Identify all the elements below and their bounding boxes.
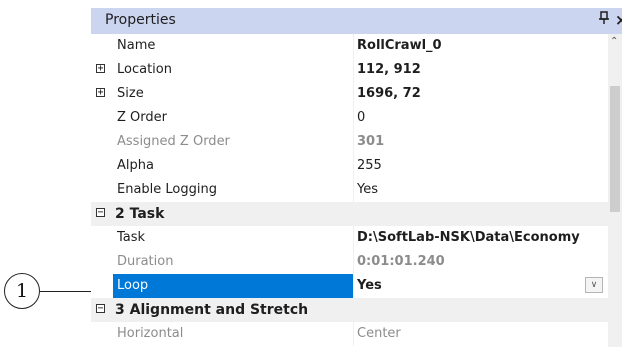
row-margin (91, 130, 113, 154)
callout-marker: 1 (4, 273, 40, 309)
column-divider[interactable] (353, 82, 354, 106)
row-margin (91, 274, 113, 298)
property-row[interactable]: Z Order 0 (91, 106, 608, 130)
category-row[interactable]: −3 Alignment and Stretch (91, 298, 608, 322)
property-name: Size (117, 86, 144, 101)
property-value: 0:01:01.240 (357, 254, 445, 269)
properties-panel: Properties × Name RollCrawl_0 + Location 112… (91, 8, 622, 347)
pin-icon[interactable] (599, 11, 609, 29)
column-divider[interactable] (353, 226, 354, 250)
column-divider[interactable] (353, 274, 354, 298)
property-name: Name (117, 38, 156, 53)
property-value[interactable]: Yes (357, 178, 608, 202)
row-margin (91, 322, 113, 346)
property-value[interactable]: 112, 912 (357, 58, 608, 82)
collapse-icon[interactable]: − (96, 304, 105, 314)
panel-title: Properties (105, 12, 176, 28)
vertical-scrollbar[interactable]: ⌃ (608, 34, 622, 347)
category-name: 3 Alignment and Stretch (115, 302, 309, 318)
property-name: Horizontal (117, 326, 184, 341)
property-row[interactable]: Horizontal Center (91, 322, 608, 346)
row-margin (91, 106, 113, 130)
column-divider[interactable] (353, 58, 354, 82)
property-value[interactable]: 0 (357, 106, 608, 130)
property-row[interactable]: + Location 112, 912 (91, 58, 608, 82)
property-value[interactable]: 1696, 72 (357, 82, 608, 106)
column-divider[interactable] (353, 106, 354, 130)
column-divider[interactable] (353, 178, 354, 202)
close-icon[interactable]: × (615, 11, 622, 29)
property-row[interactable]: Assigned Z Order 301 (91, 130, 608, 154)
panel-titlebar: Properties × (91, 8, 622, 34)
column-divider[interactable] (353, 322, 354, 346)
property-value: Center (357, 326, 401, 341)
property-name: Location (117, 62, 172, 77)
column-divider[interactable] (353, 250, 354, 274)
property-row[interactable]: Name RollCrawl_0 (91, 34, 608, 58)
property-name: Alpha (117, 158, 154, 173)
property-value[interactable]: Yes (357, 274, 608, 298)
property-row[interactable]: + Size 1696, 72 (91, 82, 608, 106)
property-value[interactable]: D:\SoftLab-NSK\Data\Economy (357, 226, 608, 250)
property-name: Assigned Z Order (117, 134, 230, 149)
property-grid: Name RollCrawl_0 + Location 112, 912 + Size 169… (91, 34, 608, 346)
row-margin: − (91, 202, 113, 226)
collapse-icon[interactable]: − (96, 208, 105, 218)
property-row[interactable]: Alpha 255 (91, 154, 608, 178)
row-margin: + (91, 82, 113, 106)
expand-icon[interactable]: + (96, 64, 105, 74)
row-margin (91, 178, 113, 202)
property-row[interactable]: Loop Yes ∨ (91, 274, 608, 298)
scrollbar-thumb[interactable] (610, 86, 620, 212)
expand-icon[interactable]: + (96, 88, 105, 98)
property-value: 301 (357, 134, 385, 149)
property-name: Z Order (117, 110, 167, 125)
column-divider[interactable] (353, 154, 354, 178)
row-margin: + (91, 58, 113, 82)
property-row[interactable]: Task D:\SoftLab-NSK\Data\Economy (91, 226, 608, 250)
property-row[interactable]: Duration 0:01:01.240 (91, 250, 608, 274)
property-name: Task (117, 230, 146, 245)
category-name: 2 Task (115, 206, 165, 222)
row-margin: − (91, 298, 113, 322)
chevron-down-icon[interactable]: ∨ (585, 277, 603, 293)
property-name: Enable Logging (117, 182, 217, 197)
row-margin (91, 34, 113, 58)
property-value[interactable]: RollCrawl_0 (357, 34, 608, 58)
property-row[interactable]: Enable Logging Yes (91, 178, 608, 202)
row-margin (91, 154, 113, 178)
column-divider[interactable] (353, 130, 354, 154)
property-name: Loop (113, 274, 353, 298)
property-value[interactable]: 255 (357, 154, 608, 178)
property-name: Duration (117, 254, 174, 269)
category-row[interactable]: −2 Task (91, 202, 608, 226)
column-divider[interactable] (353, 34, 354, 58)
row-margin (91, 226, 113, 250)
row-margin (91, 250, 113, 274)
scroll-up-icon[interactable]: ⌃ (610, 36, 618, 47)
